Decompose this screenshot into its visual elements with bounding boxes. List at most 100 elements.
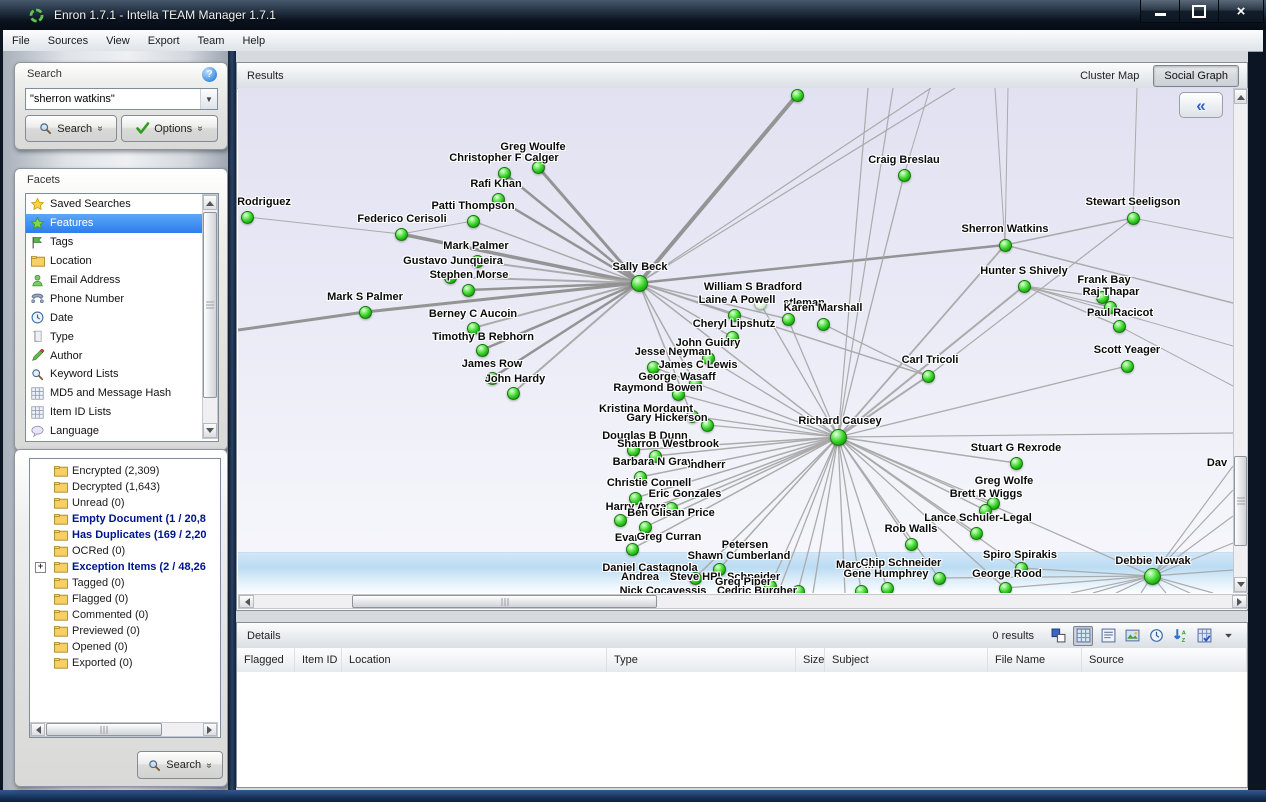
column-header-subject[interactable]: Subject xyxy=(825,648,988,672)
column-header-source[interactable]: Source xyxy=(1082,648,1247,672)
tree-item-exception-items[interactable]: +Exception Items (2 / 48,26 xyxy=(30,559,220,575)
tree-item-opened[interactable]: Opened (0) xyxy=(30,639,220,655)
tree-item-tagged[interactable]: Tagged (0) xyxy=(30,575,220,591)
list-view-icon[interactable] xyxy=(1099,627,1117,645)
search-button[interactable]: Search » xyxy=(25,115,117,142)
tree-item-empty-document[interactable]: Empty Document (1 / 20,8 xyxy=(30,511,220,527)
menu-item-help[interactable]: Help xyxy=(233,30,274,51)
menu-item-sources[interactable]: Sources xyxy=(39,30,97,51)
scroll-left-button[interactable] xyxy=(31,723,45,736)
graph-node-b5[interactable] xyxy=(933,572,946,585)
graph-node-stephen-morse[interactable] xyxy=(462,284,475,297)
scrollbar-thumb[interactable] xyxy=(203,212,217,398)
thumbnail-view-icon[interactable] xyxy=(1123,627,1141,645)
facets-scrollbar[interactable] xyxy=(202,194,218,439)
tree-item-decrypted[interactable]: Decrypted (1,643) xyxy=(30,479,220,495)
column-header-flagged[interactable]: Flagged xyxy=(237,648,295,672)
graph-node-mark-s-palmer[interactable] xyxy=(359,306,372,319)
graph-node-stuart-g-rexrode[interactable] xyxy=(1010,457,1023,470)
facet-item-type[interactable]: Type xyxy=(26,327,202,346)
scroll-up-button[interactable] xyxy=(1234,89,1247,104)
search-query-combobox[interactable]: ▼ xyxy=(25,88,218,110)
scroll-down-button[interactable] xyxy=(1234,577,1247,592)
options-button[interactable]: Options » xyxy=(121,115,218,142)
tree-item-exported[interactable]: Exported (0) xyxy=(30,655,220,671)
scrollbar-thumb[interactable] xyxy=(352,595,657,608)
tree-item-encrypted[interactable]: Encrypted (2,309) xyxy=(30,463,220,479)
sort-icon[interactable]: AZ xyxy=(1171,627,1189,645)
graph-node-sherron-watkins[interactable] xyxy=(999,239,1012,252)
tree-item-has-duplicates[interactable]: Has Duplicates (169 / 2,20 xyxy=(30,527,220,543)
column-header-size[interactable]: Size xyxy=(796,648,825,672)
combobox-dropdown-icon[interactable]: ▼ xyxy=(200,89,217,109)
scroll-left-button[interactable] xyxy=(239,595,254,608)
tree-item-commented[interactable]: Commented (0) xyxy=(30,607,220,623)
graph-node-craig-breslau[interactable] xyxy=(898,169,911,182)
facet-item-phone-number[interactable]: Phone Number xyxy=(26,289,202,308)
facet-item-tags[interactable]: Tags xyxy=(26,233,202,252)
graph-node-b3[interactable] xyxy=(855,585,868,594)
details-table-body[interactable] xyxy=(237,672,1247,787)
column-header-file-name[interactable]: File Name xyxy=(988,648,1082,672)
graph-node-rodriguez[interactable] xyxy=(241,211,254,224)
timeline-view-icon[interactable] xyxy=(1147,627,1165,645)
scroll-right-button[interactable] xyxy=(203,723,217,736)
tree-search-button[interactable]: Search » xyxy=(137,751,223,779)
graph-node-b4[interactable] xyxy=(881,582,894,594)
graph-node-federico-cerisoli[interactable] xyxy=(395,228,408,241)
graph-node-carl-tricoli[interactable] xyxy=(922,370,935,383)
facet-item-language[interactable]: Language xyxy=(26,422,202,441)
graph-vscrollbar[interactable] xyxy=(1233,88,1248,593)
help-icon[interactable]: ? xyxy=(202,67,217,82)
scrollbar-thumb[interactable] xyxy=(46,723,162,736)
graph-node-greg-curran[interactable] xyxy=(626,543,639,556)
sidebar-splitter[interactable] xyxy=(228,51,236,790)
facet-item-item-id-lists[interactable]: Item ID Lists xyxy=(26,403,202,422)
graph-node-karen-marshall[interactable] xyxy=(817,318,830,331)
graph-node-debbie-nowak[interactable] xyxy=(1144,568,1161,585)
column-header-location[interactable]: Location xyxy=(342,648,607,672)
facet-item-features[interactable]: Features xyxy=(26,214,202,233)
graph-node-scott-yeager[interactable] xyxy=(1121,360,1134,373)
facet-item-saved-searches[interactable]: Saved Searches xyxy=(26,195,202,214)
facet-item-email-address[interactable]: Email Address xyxy=(26,271,202,290)
menu-item-team[interactable]: Team xyxy=(189,30,234,51)
cluster-map-button[interactable]: Cluster Map xyxy=(1080,70,1139,82)
social-graph-button[interactable]: Social Graph xyxy=(1153,65,1239,87)
graph-node-karen-anon[interactable] xyxy=(782,313,795,326)
graph-node-timothy-b-rebhorn[interactable] xyxy=(476,344,489,357)
graph-node-hunter-s-shively[interactable] xyxy=(1018,280,1031,293)
tree-item-flagged[interactable]: Flagged (0) xyxy=(30,591,220,607)
graph-node-george-rood[interactable] xyxy=(999,582,1012,594)
graph-node-richard-causey[interactable] xyxy=(830,429,847,446)
tree-item-previewed[interactable]: Previewed (0) xyxy=(30,623,220,639)
graph-node-paul-racicot[interactable] xyxy=(1113,320,1126,333)
graph-node-ben-glisan-price[interactable] xyxy=(614,514,627,527)
minimize-button[interactable] xyxy=(1140,0,1180,23)
scrollbar-thumb[interactable] xyxy=(1234,456,1247,546)
scroll-down-button[interactable] xyxy=(203,423,217,438)
graph-node-sally-beck[interactable] xyxy=(631,275,648,292)
tree-scrollbar[interactable] xyxy=(30,722,218,737)
graph-node-john-hardy[interactable] xyxy=(507,387,520,400)
menu-item-view[interactable]: View xyxy=(97,30,139,51)
facet-item-date[interactable]: Date xyxy=(26,308,202,327)
search-query-input[interactable] xyxy=(26,93,200,105)
column-header-item-id[interactable]: Item ID xyxy=(295,648,342,672)
facet-item-author[interactable]: Author xyxy=(26,346,202,365)
expander-plus-icon[interactable]: + xyxy=(35,562,46,573)
dropdown-caret-icon[interactable] xyxy=(1219,627,1237,645)
scroll-right-button[interactable] xyxy=(1232,595,1247,608)
graph-node-patti-thompson[interactable] xyxy=(467,215,480,228)
facet-item-location[interactable]: Location xyxy=(26,252,202,271)
maximize-button[interactable] xyxy=(1180,0,1219,23)
column-chooser-icon[interactable] xyxy=(1195,627,1213,645)
graph-node-stewart-seeligson[interactable] xyxy=(1127,212,1140,225)
facet-item-md5-and-message-hash[interactable]: MD5 and Message Hash xyxy=(26,384,202,403)
graph-hscrollbar[interactable] xyxy=(238,594,1248,609)
column-header-type[interactable]: Type xyxy=(607,648,796,672)
graph-node-top-anon[interactable] xyxy=(791,89,804,102)
table-view-icon[interactable] xyxy=(1073,626,1093,646)
social-graph-canvas[interactable]: « RodriguezGreg WoulfeChristopher F Calg… xyxy=(238,88,1233,593)
tree-item-ocred[interactable]: OCRed (0) xyxy=(30,543,220,559)
